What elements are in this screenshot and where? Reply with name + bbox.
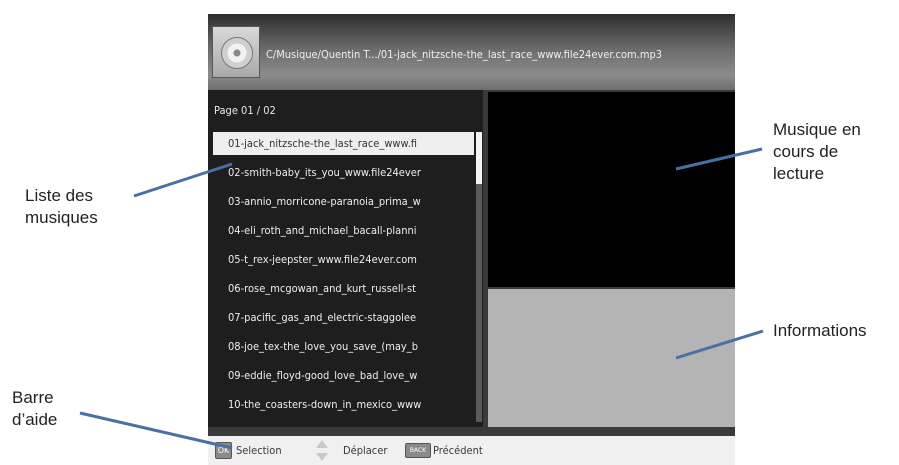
- callout-info: Informations: [773, 320, 867, 342]
- callout-line-help-bar: [79, 411, 233, 450]
- callout-info-text: Informations: [773, 321, 867, 340]
- callout-help-bar-text: Barre d’aide: [12, 388, 58, 429]
- callout-now-playing: Musique en cours de lecture: [773, 119, 861, 185]
- callout-line-now-playing: [675, 147, 763, 171]
- callout-now-playing-text: Musique en cours de lecture: [773, 120, 861, 183]
- callout-line-playlist: [133, 162, 233, 198]
- callout-playlist-text: Liste des musiques: [25, 186, 98, 227]
- callout-lines: [79, 147, 764, 450]
- callout-playlist: Liste des musiques: [25, 185, 98, 229]
- callout-help-bar: Barre d’aide: [12, 387, 57, 431]
- callout-line-info: [675, 329, 764, 360]
